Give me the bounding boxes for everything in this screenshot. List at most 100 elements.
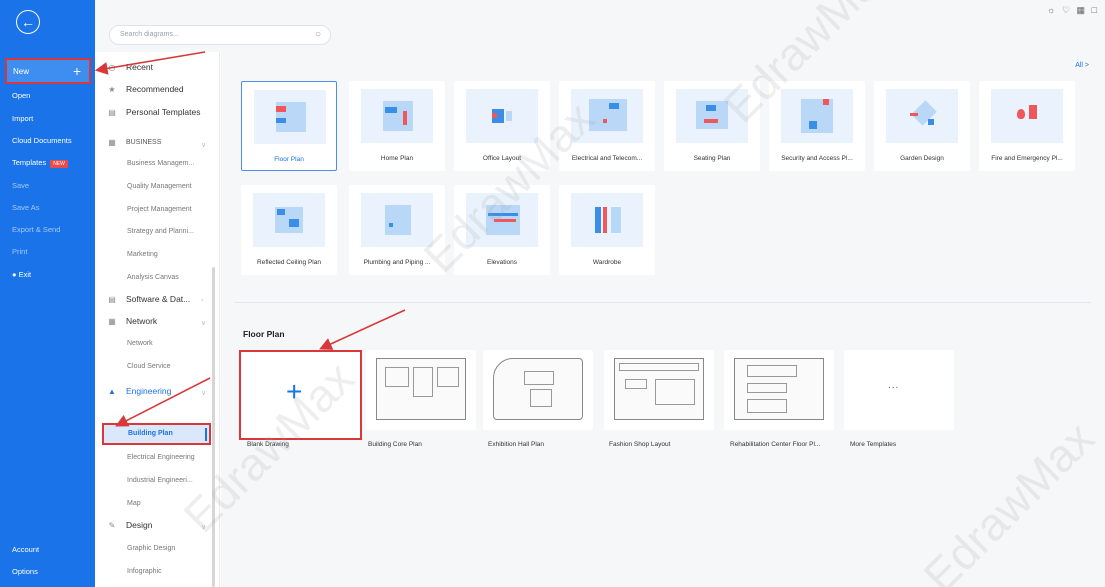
template-building-core-plan[interactable] xyxy=(366,350,476,430)
sub-project-management[interactable]: Project Management xyxy=(127,206,192,213)
bell-icon[interactable]: ♡ xyxy=(1062,5,1072,15)
new-button[interactable]: New + xyxy=(5,58,91,84)
search-placeholder: Search diagrams... xyxy=(120,31,179,38)
cat-business[interactable]: ▦ Business xyxy=(107,138,161,147)
home-plan-thumbnail xyxy=(361,89,433,143)
cat-recommended[interactable]: ★ Recommended xyxy=(107,84,184,94)
template-icon: ▤ xyxy=(108,107,116,117)
sub-map[interactable]: Map xyxy=(127,500,141,507)
template-label-more: More Templates xyxy=(850,441,897,448)
category-tile-seating-plan[interactable]: Seating Plan xyxy=(664,81,760,171)
nav-save-as[interactable]: Save As xyxy=(12,203,40,212)
chevron-down-icon[interactable]: ∨ xyxy=(201,523,206,531)
nav-import[interactable]: Import xyxy=(12,114,33,123)
category-tile-elevations[interactable]: Elevations xyxy=(454,185,550,275)
tile-label: Floor Plan xyxy=(274,156,304,163)
nav-exit-label: Exit xyxy=(18,270,32,279)
sub-industrial-engineering[interactable]: Industrial Engineeri... xyxy=(127,477,193,484)
apps-icon[interactable]: ▦ xyxy=(1077,5,1088,15)
search-icon[interactable]: ○ xyxy=(315,29,321,40)
sub-strategy-planning[interactable]: Strategy and Planni... xyxy=(127,228,194,235)
sub-graphic-design[interactable]: Graphic Design xyxy=(127,545,175,552)
tile-label: Fire and Emergency Pl... xyxy=(991,155,1063,162)
nav-cloud-documents[interactable]: Cloud Documents xyxy=(12,136,72,145)
nav-options[interactable]: Options xyxy=(12,567,38,576)
cat-engineering-label: Engineering xyxy=(126,386,172,396)
sub-marketing[interactable]: Marketing xyxy=(127,251,158,258)
template-label-rehabilitation: Rehabilitation Center Floor Pl... xyxy=(730,441,821,448)
sidebar-scrollbar[interactable] xyxy=(212,267,215,587)
category-tile-wardrobe[interactable]: Wardrobe xyxy=(559,185,655,275)
chevron-down-icon[interactable]: ∨ xyxy=(201,319,206,327)
category-tile-electrical-telecom[interactable]: Electrical and Telecom... xyxy=(559,81,655,171)
template-label-exhibition: Exhibition Hall Plan xyxy=(488,441,545,448)
sub-business-management[interactable]: Business Managem... xyxy=(127,160,194,167)
tile-label: Electrical and Telecom... xyxy=(571,155,643,162)
tile-label: Elevations xyxy=(487,259,517,266)
nav-export-send[interactable]: Export & Send xyxy=(12,225,60,234)
chevron-down-icon[interactable]: ∨ xyxy=(201,141,206,149)
file-menu-nav: ← New + Open Import Cloud Documents Temp… xyxy=(0,0,95,587)
gift-icon[interactable]: □ xyxy=(1092,5,1099,15)
tile-label: Garden Design xyxy=(900,155,944,162)
back-arrow-icon[interactable]: ← xyxy=(16,10,40,34)
new-badge: NEW xyxy=(50,160,68,168)
edrawmax-app: ← New + Open Import Cloud Documents Temp… xyxy=(0,0,1105,587)
seating-plan-thumbnail xyxy=(676,89,748,143)
garden-thumbnail xyxy=(886,89,958,143)
nav-account[interactable]: Account xyxy=(12,545,39,554)
category-tile-fire-emergency[interactable]: Fire and Emergency Pl... xyxy=(979,81,1075,171)
sub-analysis-canvas[interactable]: Analysis Canvas xyxy=(127,274,179,281)
tile-label: Home Plan xyxy=(380,155,414,162)
cat-personal-templates[interactable]: ▤ Personal Templates xyxy=(107,107,201,117)
category-tile-floor-plan[interactable]: Floor Plan xyxy=(241,81,337,171)
sub-cloud-service[interactable]: Cloud Service xyxy=(127,363,171,370)
template-fashion-shop-layout[interactable] xyxy=(604,350,714,430)
nav-exit[interactable]: ● Exit xyxy=(12,270,31,279)
template-more-templates[interactable]: ... xyxy=(844,350,954,430)
sub-infographic[interactable]: Infographic xyxy=(127,568,162,575)
nav-templates[interactable]: Templates NEW xyxy=(12,158,68,168)
theme-icon[interactable]: ☼ xyxy=(1047,5,1057,15)
chevron-down-icon[interactable]: ∨ xyxy=(201,389,206,397)
search-input[interactable]: Search diagrams... ○ xyxy=(109,25,331,45)
ceiling-thumbnail xyxy=(253,193,325,247)
sub-building-plan[interactable]: Building Plan xyxy=(102,423,211,445)
sub-electrical-engineering[interactable]: Electrical Engineering xyxy=(127,454,195,461)
category-tile-home-plan[interactable]: Home Plan xyxy=(349,81,445,171)
nav-print[interactable]: Print xyxy=(12,247,27,256)
cat-recommended-label: Recommended xyxy=(126,84,184,94)
cat-software[interactable]: ▤ Software & Dat... xyxy=(107,294,190,304)
main-content: All > Floor Plan Home Plan Office Layout… xyxy=(221,52,1105,587)
category-tile-office-layout[interactable]: Office Layout xyxy=(454,81,550,171)
template-rehabilitation-center[interactable] xyxy=(724,350,834,430)
cat-personal-label: Personal Templates xyxy=(126,107,201,117)
category-tile-security-access[interactable]: Security and Access Pl... xyxy=(769,81,865,171)
sub-network[interactable]: Network xyxy=(127,340,153,347)
tile-label: Office Layout xyxy=(482,155,522,162)
new-label: New xyxy=(13,66,30,76)
section-title: Floor Plan xyxy=(243,329,285,339)
cat-recent[interactable]: ◷ Recent xyxy=(107,62,153,72)
exit-icon: ● xyxy=(12,270,17,279)
template-exhibition-hall-plan[interactable] xyxy=(483,350,593,430)
all-link[interactable]: All > xyxy=(1075,62,1089,69)
cat-design[interactable]: ✎ Design xyxy=(107,520,153,530)
nav-templates-label: Templates xyxy=(12,158,47,167)
clock-icon: ◷ xyxy=(108,62,116,72)
cat-design-label: Design xyxy=(126,520,153,530)
cat-network[interactable]: ▦ Network xyxy=(107,316,157,326)
sub-quality-management[interactable]: Quality Management xyxy=(127,183,192,190)
category-tile-plumbing-piping[interactable]: Plumbing and Piping ... xyxy=(349,185,445,275)
category-tile-garden-design[interactable]: Garden Design xyxy=(874,81,970,171)
wardrobe-thumbnail xyxy=(571,193,643,247)
plus-icon: + xyxy=(286,376,303,407)
cat-engineering[interactable]: ▲ Engineering xyxy=(107,386,171,396)
blank-drawing-tile[interactable]: + xyxy=(239,350,362,440)
category-tile-reflected-ceiling[interactable]: Reflected Ceiling Plan xyxy=(241,185,337,275)
nav-save[interactable]: Save xyxy=(12,181,29,190)
nav-open[interactable]: Open xyxy=(12,91,30,100)
floor-plan-thumbnail xyxy=(254,90,326,144)
chevron-right-icon[interactable]: › xyxy=(201,297,203,304)
elevations-thumbnail xyxy=(466,193,538,247)
